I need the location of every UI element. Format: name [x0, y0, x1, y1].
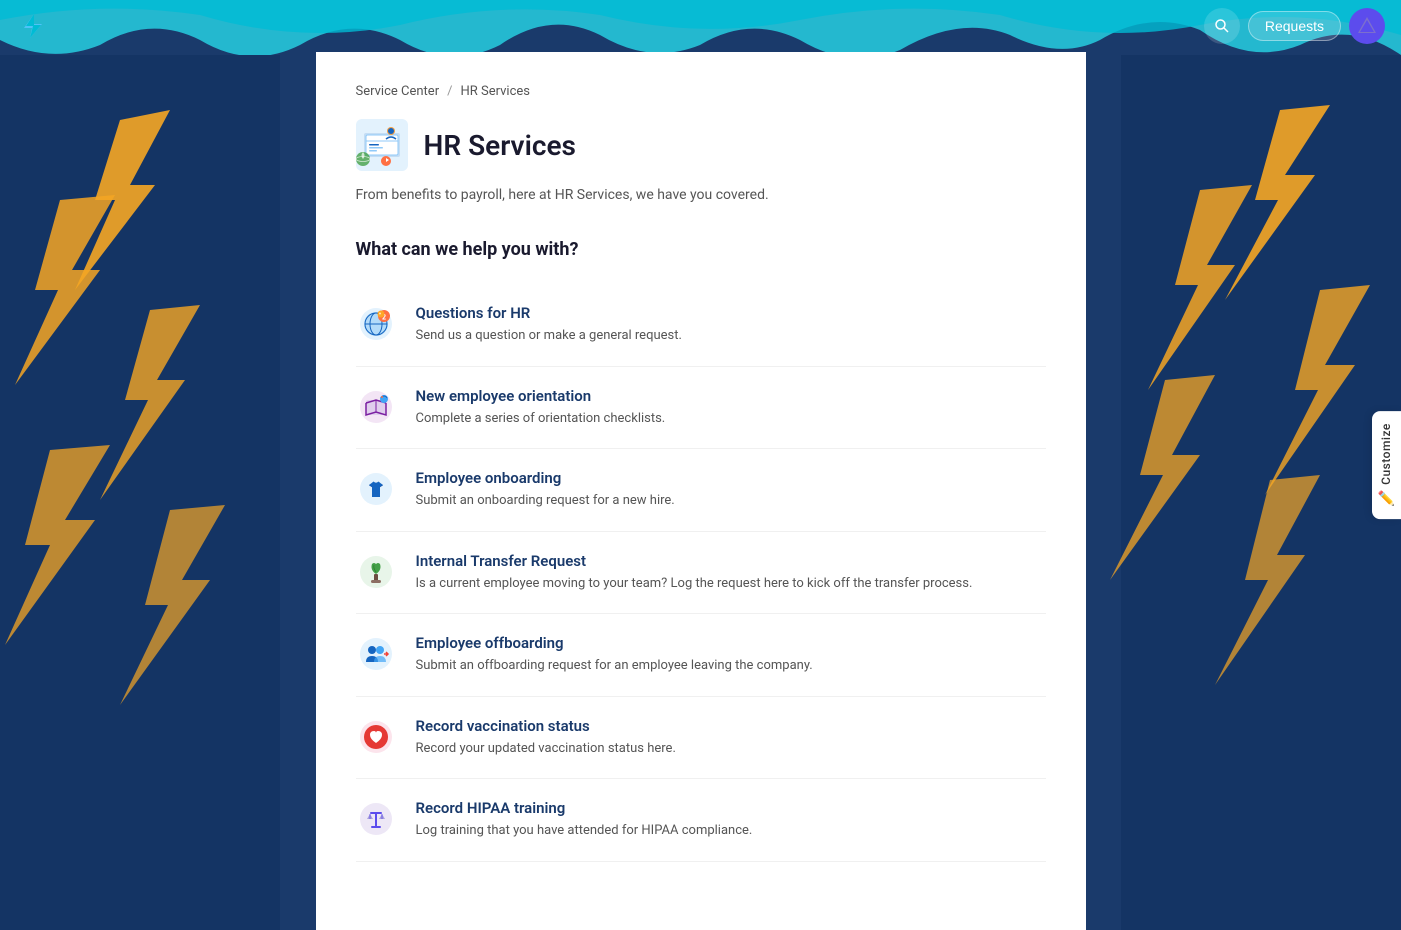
service-item-questions-hr[interactable]: 2 Questions for HR Send us a question or…: [356, 284, 1046, 367]
service-title-orientation: New employee orientation: [416, 387, 1046, 405]
breadcrumb: Service Center / HR Services: [356, 84, 1046, 99]
service-title-onboarding: Employee onboarding: [416, 469, 1046, 487]
service-icon-questions-hr: 2: [356, 304, 396, 344]
service-title-offboarding: Employee offboarding: [416, 634, 1046, 652]
page-header: HR Services: [356, 119, 1046, 171]
header: Requests: [0, 0, 1401, 52]
section-heading: What can we help you with?: [356, 239, 1046, 260]
requests-button[interactable]: Requests: [1248, 11, 1341, 41]
service-icon-transfer: [356, 552, 396, 592]
service-text-vaccination: Record vaccination status Record your up…: [416, 717, 1046, 759]
service-text-hipaa: Record HIPAA training Log training that …: [416, 799, 1046, 841]
page-description: From benefits to payroll, here at HR Ser…: [356, 187, 1046, 203]
service-text-offboarding: Employee offboarding Submit an offboardi…: [416, 634, 1046, 676]
breadcrumb-parent-link[interactable]: Service Center: [356, 84, 440, 99]
service-icon-onboarding: [356, 469, 396, 509]
service-item-employee-onboarding[interactable]: Employee onboarding Submit an onboarding…: [356, 449, 1046, 532]
search-button[interactable]: [1204, 8, 1240, 44]
service-text-onboarding: Employee onboarding Submit an onboarding…: [416, 469, 1046, 511]
service-title-transfer: Internal Transfer Request: [416, 552, 1046, 570]
service-list: 2 Questions for HR Send us a question or…: [356, 284, 1046, 862]
service-item-hipaa[interactable]: Record HIPAA training Log training that …: [356, 779, 1046, 862]
atlas-avatar[interactable]: [1349, 8, 1385, 44]
customize-label: Customize: [1379, 423, 1393, 485]
service-text-questions-hr: Questions for HR Send us a question or m…: [416, 304, 1046, 346]
service-title-hipaa: Record HIPAA training: [416, 799, 1046, 817]
content-card: Service Center / HR Services: [316, 52, 1086, 930]
service-icon-vaccination: [356, 717, 396, 757]
main-wrapper: Service Center / HR Services: [0, 0, 1401, 930]
header-left: [16, 10, 48, 42]
page-title: HR Services: [424, 129, 576, 162]
service-icon-orientation: [356, 387, 396, 427]
service-title-vaccination: Record vaccination status: [416, 717, 1046, 735]
breadcrumb-separator: /: [447, 84, 452, 99]
service-item-new-employee-orientation[interactable]: New employee orientation Complete a seri…: [356, 367, 1046, 450]
service-item-employee-offboarding[interactable]: Employee offboarding Submit an offboardi…: [356, 614, 1046, 697]
service-title-questions-hr: Questions for HR: [416, 304, 1046, 322]
service-desc-questions-hr: Send us a question or make a general req…: [416, 326, 1046, 346]
logo-icon[interactable]: [16, 10, 48, 42]
service-icon-offboarding: [356, 634, 396, 674]
customize-pencil-icon: ✏️: [1378, 491, 1395, 507]
service-desc-orientation: Complete a series of orientation checkli…: [416, 409, 1046, 429]
customize-panel[interactable]: Customize ✏️: [1372, 411, 1401, 519]
service-desc-vaccination: Record your updated vaccination status h…: [416, 739, 1046, 759]
service-item-internal-transfer[interactable]: Internal Transfer Request Is a current e…: [356, 532, 1046, 615]
service-item-vaccination[interactable]: Record vaccination status Record your up…: [356, 697, 1046, 780]
service-desc-offboarding: Submit an offboarding request for an emp…: [416, 656, 1046, 676]
service-desc-transfer: Is a current employee moving to your tea…: [416, 574, 1046, 594]
service-text-transfer: Internal Transfer Request Is a current e…: [416, 552, 1046, 594]
page-icon: [356, 119, 408, 171]
header-right: Requests: [1204, 8, 1385, 44]
service-desc-hipaa: Log training that you have attended for …: [416, 821, 1046, 841]
service-text-orientation: New employee orientation Complete a seri…: [416, 387, 1046, 429]
service-desc-onboarding: Submit an onboarding request for a new h…: [416, 491, 1046, 511]
breadcrumb-current: HR Services: [460, 84, 530, 99]
service-icon-hipaa: [356, 799, 396, 839]
